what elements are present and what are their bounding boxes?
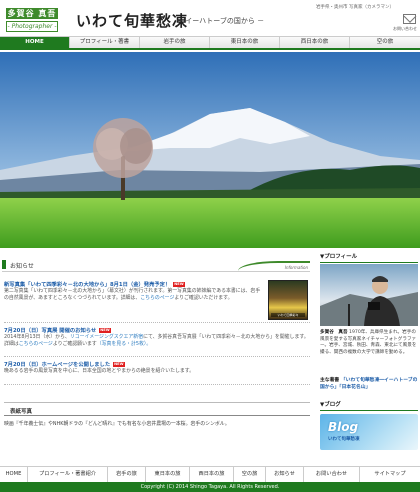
logo-sub: - Photographer - [6,21,58,32]
new-badge: NEW [113,362,125,367]
nav-east-japan[interactable]: 東日本の旅 [210,37,280,48]
news-title[interactable]: 新写真集「いわて四季彩々－北の大地から」8月1日（金）発売予定！ NEW [4,280,262,288]
footer-iwate[interactable]: 岩手の旅 [108,467,146,482]
nav-iwate[interactable]: 岩手の旅 [140,37,210,48]
site-title: いわて旬華愁凍 [76,12,189,30]
site-tagline: 岩手県・奥州市 写真家（カメラマン） [316,5,394,10]
nav-home[interactable]: HOME [0,37,70,48]
new-badge: NEW [173,282,185,287]
news-text: 晩あるる岩手の風景写真を中心に、日本全国の地とやまからの絶景を紹介いたします。 [4,368,195,374]
footer-sitemap[interactable]: サイトマップ [360,467,420,482]
profile-text: 多賀谷 真吾 1970年、兵庫県生まれ。岩手の風景を愛する写真家ネイチャーフォト… [320,330,417,355]
site-logo[interactable]: 多賀谷 真吾 - Photographer - [6,8,58,33]
footer-home[interactable]: HOME [0,467,28,482]
contact-label[interactable]: お問い合わせ [393,26,417,32]
info-label: Information [284,265,308,270]
news-link[interactable]: こちらのページ [19,341,53,347]
footer-contact[interactable]: お問い合わせ [304,467,360,482]
profile-heading: ▼プロフィール [320,252,418,263]
logo-name: 多賀谷 真吾 [6,8,58,19]
site-subtitle: － イーハトーブの国から － [176,17,265,25]
feature-header: 表紙写真 [4,402,310,416]
notice-header: お知らせ Information [2,258,310,272]
blog-heading: ▼ブログ [320,400,418,411]
feature-title: 表紙写真 [10,409,33,415]
footer-east[interactable]: 東日本の旅 [146,467,190,482]
blog-banner[interactable]: Blog いわて旬華愁凍 [320,414,418,450]
site-header: 多賀谷 真吾 - Photographer - いわて旬華愁凍 － イーハトーブ… [0,0,420,36]
new-badge: NEW [99,328,111,333]
news-divider [4,322,310,323]
global-nav: HOME プロフィール・著書 岩手の旅 東日本の旅 西日本の旅 空の旅 [0,36,420,50]
news-item: 7月20日（日）写真展 開催のお知らせ NEW 2014年8月13日（水）から、リ… [4,326,310,348]
profile-name: 多賀谷 真吾 [320,330,348,335]
copyright: Copyright (C) 2014 Shingo Tagaya. All Ri… [0,482,420,492]
footer-profile[interactable]: プロフィール・著書紹介 [28,467,108,482]
heading-bar [2,260,6,269]
news-divider [4,356,310,357]
photographer-image [320,276,418,326]
nav-profile[interactable]: プロフィール・著書 [70,37,140,48]
hero-photo [0,52,420,248]
news-link[interactable]: リコーイメージングスクエア新宿 [70,334,143,340]
news-text: 第二写真集「いわて四季彩々－北の大地から」（幕文社）が刊行されます。第一写真集の… [4,288,261,301]
works-text[interactable]: 主な著書 「いわて旬華愁凍―イーハトーブの国から」「日本花名山」 [320,378,418,392]
book-thumbnail[interactable]: いわて四季彩々 [268,280,308,320]
news-title[interactable]: 7月20日（日）ホームページを公開しました NEW [4,360,310,368]
news-divider [4,384,310,385]
notice-title: お知らせ [10,263,34,270]
news-item: 7月20日（日）ホームページを公開しました NEW 晩あるる岩手の風景写真を中心に… [4,360,310,375]
nav-sky[interactable]: 空の旅 [350,37,420,48]
blog-word: Blog [328,420,359,434]
news-item: 新写真集「いわて四季彩々－北の大地から」8月1日（金）発売予定！ NEW 第二写真… [4,280,262,302]
feature-text: 映画『千年義士伝』やNHK朝ドラの『どんど晴れ』でも有名な小岩井農場の一本桜。岩… [4,421,230,427]
news-text: 2014年8月13日（水）から、リコーイメージングスクエア新宿にて、多賀谷真吾写… [4,334,309,347]
hero-landscape [0,52,420,248]
news-photo-link[interactable]: （写真を見る・計5枚）。 [97,341,151,347]
profile-photo[interactable] [320,264,418,326]
book-thumbnail-label: いわて四季彩々 [271,313,305,317]
footer-news[interactable]: お知らせ [266,467,304,482]
nav-west-japan[interactable]: 西日本の旅 [280,37,350,48]
news-title[interactable]: 7月20日（日）写真展 開催のお知らせ NEW [4,326,310,334]
blog-sub: いわて旬華愁凍 [328,437,360,442]
mail-icon[interactable] [403,14,416,24]
footer-west[interactable]: 西日本の旅 [190,467,234,482]
news-link[interactable]: こちらのページ [140,295,174,301]
footer-sky[interactable]: 空の旅 [234,467,266,482]
footer-nav: HOME プロフィール・著書紹介 岩手の旅 東日本の旅 西日本の旅 空の旅 お知… [0,466,420,482]
